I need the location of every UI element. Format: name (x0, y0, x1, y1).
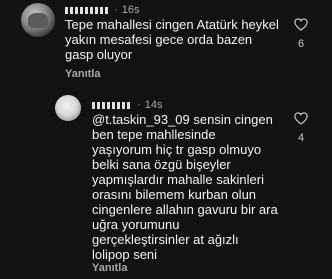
comment-2: · 14s @t.taskin_93_09 sensin cingen ben … (0, 90, 332, 279)
comment-meta: · 14s (92, 99, 163, 111)
comment-text-line: yaşıyorum hiç tr gasp olmuyo (92, 142, 262, 157)
heart-icon[interactable] (294, 112, 308, 125)
comment-text-line: Tepe mahallesi cingen Atatürk heykel (65, 17, 279, 32)
user-avatar[interactable] (55, 95, 81, 121)
username[interactable] (65, 6, 109, 14)
comment-text-line: uğra yorumunu (92, 217, 180, 232)
comment-text-line: gasp oluyor (65, 47, 133, 62)
meta-separator: · (137, 99, 141, 111)
like-count: 6 (297, 38, 305, 50)
comment-time: 16s (121, 4, 140, 16)
comment-text: Tepe mahallesi cingen Atatürk heykel yak… (65, 17, 279, 62)
comment-1: · 16s Tepe mahallesi cingen Atatürk heyk… (0, 0, 332, 90)
comment-text: @t.taskin_93_09 sensin cingen ben tepe m… (92, 112, 278, 262)
like-count: 4 (297, 132, 305, 144)
comment-text-line: @t.taskin_93_09 sensin cingen (92, 112, 273, 127)
comment-text-line: gerçekleştirsinler at ağızlı (92, 232, 239, 247)
comment-text-line: orasını bilemem kurban olun (92, 187, 257, 202)
heart-icon[interactable] (294, 18, 308, 31)
comment-text-line: cingenlere allahın gavuru bir ara (92, 202, 278, 217)
user-avatar[interactable] (21, 3, 55, 37)
meta-separator: · (114, 4, 118, 16)
reply-button[interactable]: Yanıtla (92, 262, 127, 274)
comment-meta: · 16s (65, 4, 140, 16)
username[interactable] (92, 101, 132, 109)
reply-button[interactable]: Yanıtla (65, 68, 100, 80)
comment-text-line: yakın mesafesi gece orda bazen (65, 32, 253, 47)
comment-text-line: ben tepe mahllesinde (92, 127, 216, 142)
comment-text-line: belki sana özgü bişeyler (92, 157, 231, 172)
comment-time: 14s (144, 99, 163, 111)
comment-text-line: yapmışlardır mahalle sakinleri (92, 172, 264, 187)
comment-text-line: lolipop seni (92, 247, 158, 262)
